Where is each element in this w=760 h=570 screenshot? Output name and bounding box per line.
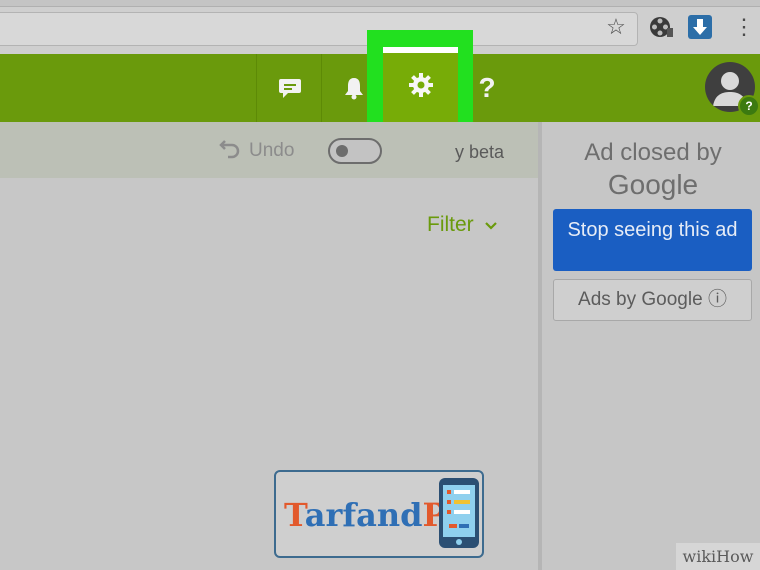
wikihow-watermark: wikiHow	[676, 543, 760, 570]
film-reel-icon[interactable]	[648, 14, 674, 40]
ads-by-google-button[interactable]: Ads by Google ⓘ	[553, 279, 752, 321]
stop-seeing-ad-button[interactable]: Stop seeing this ad	[553, 209, 752, 271]
beta-toggle[interactable]	[328, 138, 382, 164]
kebab-menu-icon[interactable]: ⋮	[733, 14, 755, 40]
gear-icon	[407, 71, 435, 104]
settings-button[interactable]	[383, 53, 458, 122]
address-bar[interactable]	[0, 12, 638, 46]
chevron-down-icon	[484, 213, 498, 237]
help-badge-icon: ?	[738, 95, 760, 117]
star-icon[interactable]: ☆	[603, 14, 629, 40]
browser-top-edge	[0, 0, 760, 7]
ad-closed-text: Ad closed by	[584, 139, 722, 166]
undo-button[interactable]: Undo	[219, 137, 294, 165]
phone-icon	[437, 476, 481, 550]
chat-bubble-icon[interactable]	[260, 54, 320, 122]
toggle-knob	[336, 145, 348, 157]
header-divider	[256, 54, 257, 122]
undo-label: Undo	[249, 140, 295, 161]
filter-button[interactable]: Filter	[427, 210, 498, 240]
download-arrow-icon[interactable]	[687, 14, 713, 40]
google-wordmark: Google	[607, 169, 699, 200]
beta-label: y beta	[455, 142, 505, 162]
header-divider	[321, 54, 322, 122]
undo-icon	[219, 137, 241, 165]
filter-label: Filter	[427, 213, 474, 236]
